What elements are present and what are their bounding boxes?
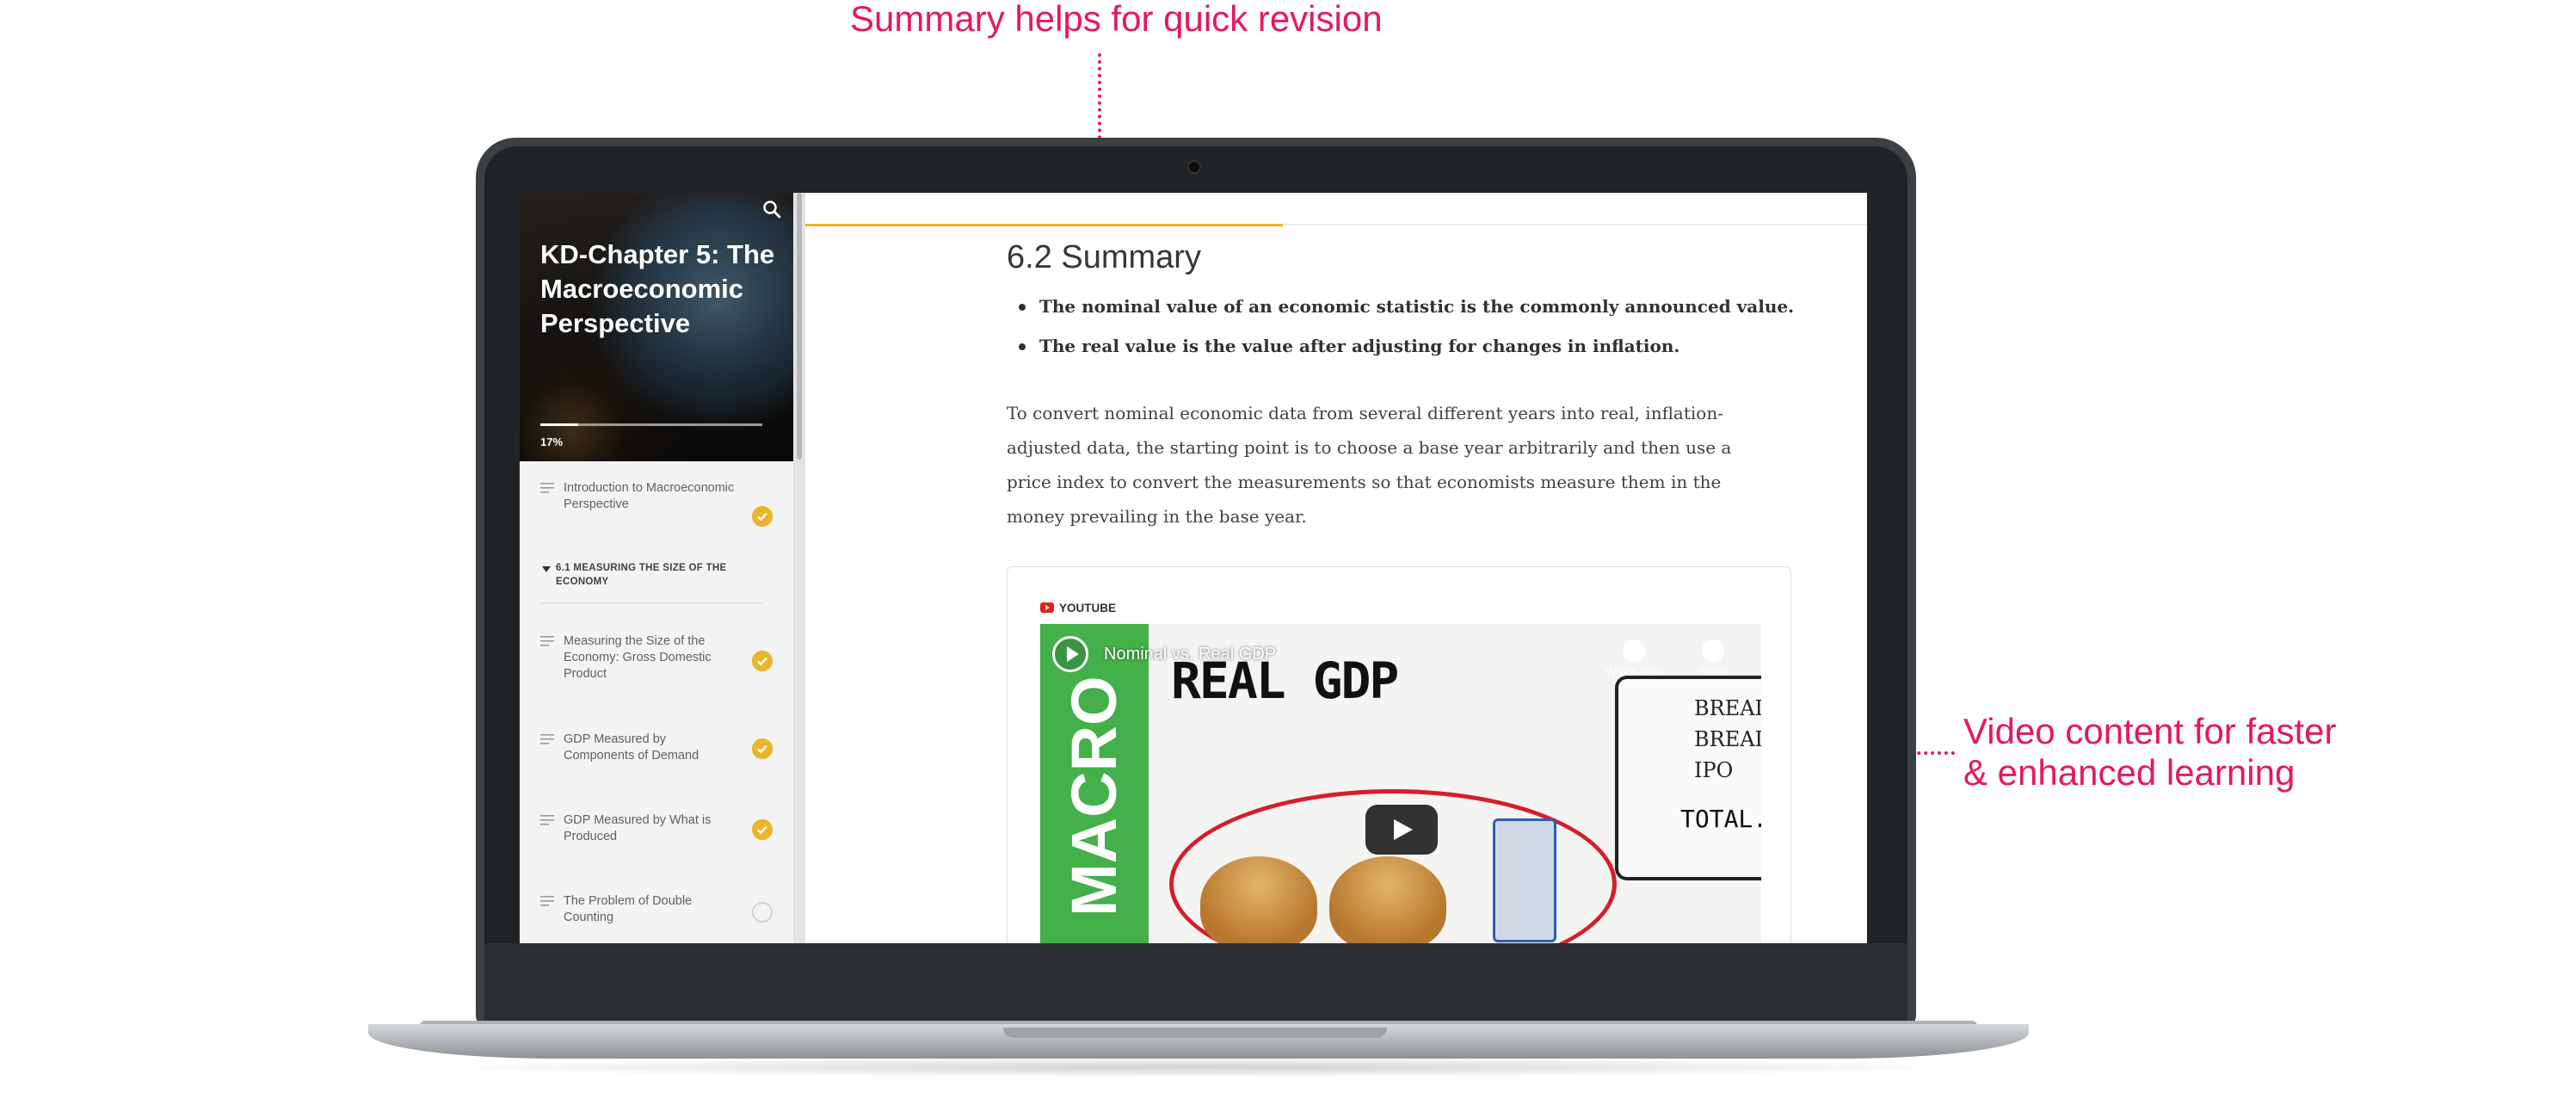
text-lines-icon [540, 815, 554, 825]
checkmark-icon [752, 506, 773, 527]
camera [1187, 160, 1201, 174]
laptop-chin [484, 943, 1907, 1021]
lesson-item[interactable]: Measuring the Size of the Economy: Gross… [520, 614, 793, 713]
play-button[interactable] [1365, 805, 1438, 855]
laptop-notch [1003, 1028, 1387, 1038]
video-macro-text: MACRO [1058, 676, 1130, 917]
laptop-screen: KD-Chapter 5: The Macroeconomic Perspect… [520, 193, 1867, 943]
course-cover-image: KD-Chapter 5: The Macroeconomic Perspect… [520, 193, 793, 461]
course-title: KD-Chapter 5: The Macroeconomic Perspect… [540, 239, 775, 338]
section-header[interactable]: 6.1 MEASURING THE SIZE OF THE ECONOMY [520, 540, 793, 614]
incomplete-circle-icon [752, 902, 773, 923]
text-lines-icon [540, 636, 554, 646]
lesson-label: The Problem of Double Counting [564, 894, 693, 924]
course-progress-label: 17% [540, 435, 564, 448]
lesson-list: Introduction to Macroeconomic Perspectiv… [520, 461, 793, 943]
laptop-shadow [404, 1057, 1987, 1078]
reading-progress-fill [805, 224, 1284, 226]
checkmark-icon [752, 819, 773, 840]
watch-later-button[interactable]: Watch later [1599, 639, 1668, 678]
share-button[interactable]: Share [1679, 639, 1747, 678]
video-monitor-list: BREAD BREAD IPO [1694, 696, 1761, 782]
bread-image [1329, 856, 1446, 943]
text-lines-icon [540, 483, 554, 493]
text-lines-icon [540, 734, 554, 744]
checkmark-icon [752, 651, 773, 671]
lesson-content: 6.2 Summary The nominal value of an econ… [805, 193, 1867, 943]
annotation-video-line2: & enhanced learning [1963, 752, 2296, 793]
course-progress-fill [540, 423, 578, 426]
lesson-label: Introduction to Macroeconomic Perspectiv… [564, 481, 735, 511]
lesson-label: GDP Measured by What is Produced [564, 813, 712, 843]
lesson-label: GDP Measured by Components of Demand [564, 732, 699, 763]
video-player[interactable]: MACRO REAL GDP BREAD BREAD IPO TOTAL... … [1040, 624, 1761, 943]
course-progress-bar [540, 423, 762, 426]
video-source-label: YOUTUBE [1059, 602, 1117, 614]
checkmark-icon [752, 738, 773, 759]
lesson-item[interactable]: The Problem of Double Counting [520, 874, 793, 943]
share-icon [1702, 639, 1724, 662]
text-lines-icon [540, 896, 554, 906]
lesson-label: Measuring the Size of the Economy: Gross… [564, 634, 712, 681]
sidebar-scrollbar-thumb[interactable] [797, 193, 802, 460]
summary-paragraph: To convert nominal economic data from se… [1007, 403, 1732, 527]
page-title: 6.2 Summary [1007, 239, 1201, 275]
video-monitor-total: TOTAL... [1680, 805, 1761, 833]
bread-image [1200, 856, 1317, 943]
summary-bullets: The nominal value of an economic statist… [1007, 294, 1794, 374]
annotation-summary: Summary helps for quick revision [850, 0, 1383, 39]
lesson-item[interactable]: GDP Measured by What is Produced [520, 794, 793, 874]
clock-icon [1623, 639, 1645, 662]
divider [540, 602, 762, 603]
channel-play-icon[interactable] [1052, 636, 1088, 672]
video-embed-card: YOUTUBE MACRO REAL GDP BREAD BREAD IPO T… [1007, 566, 1791, 943]
search-icon[interactable] [761, 198, 783, 220]
video-title[interactable]: Nominal vs. Real GDP [1104, 645, 1276, 664]
ipod-image [1493, 818, 1556, 942]
caret-down-icon [542, 566, 551, 572]
lesson-item[interactable]: Introduction to Macroeconomic Perspectiv… [520, 461, 793, 540]
summary-bullet: The real value is the value after adjust… [1007, 334, 1781, 358]
lesson-item[interactable]: GDP Measured by Components of Demand [520, 713, 793, 794]
section-label: 6.1 MEASURING THE SIZE OF THE ECONOMY [556, 563, 727, 587]
course-sidebar: KD-Chapter 5: The Macroeconomic Perspect… [520, 193, 793, 943]
summary-bullet: The nominal value of an economic statist… [1007, 294, 1794, 318]
annotation-video-line1: Video content for faster [1963, 711, 2337, 751]
annotation-video: Video content for faster & enhanced lear… [1963, 711, 2337, 794]
